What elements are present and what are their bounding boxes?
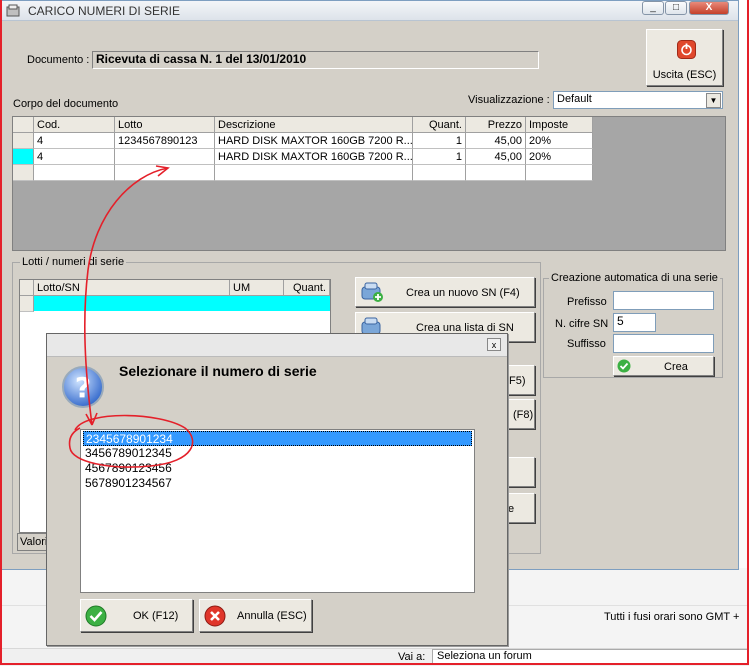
annotation-overlay (68, 165, 194, 468)
annotation-circle (68, 414, 194, 468)
annotation-arrow (83, 167, 169, 426)
